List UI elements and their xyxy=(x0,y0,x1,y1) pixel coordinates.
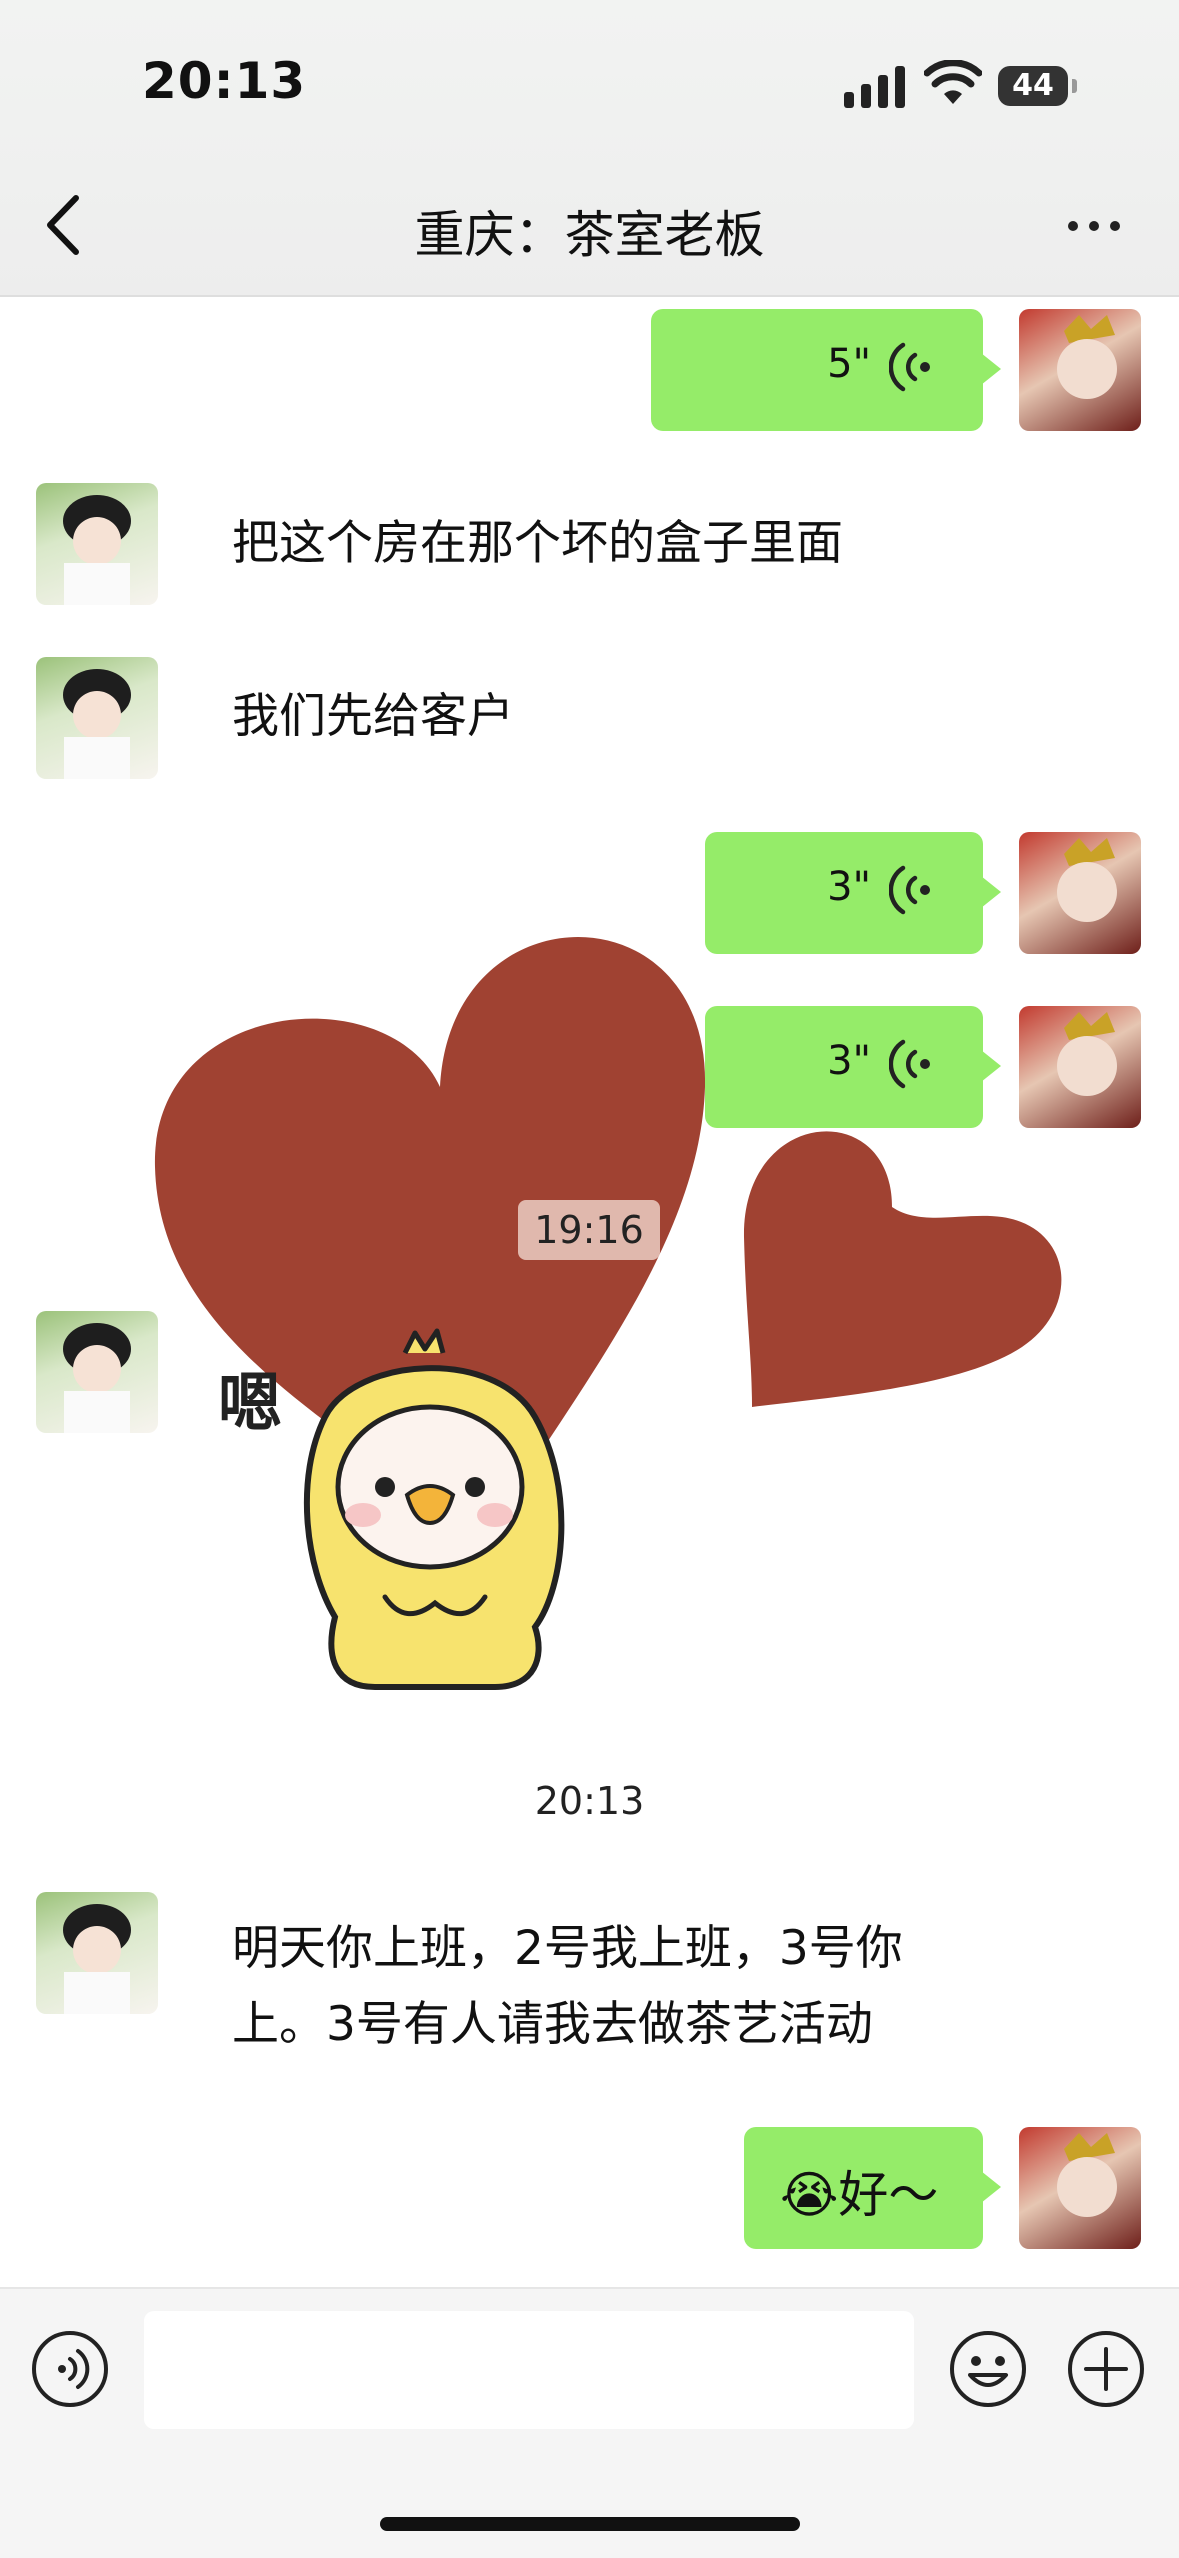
voice-wave-icon xyxy=(889,342,930,392)
message-line: 上。3号有人请我去做茶艺活动 xyxy=(232,1997,873,2052)
plus-icon[interactable] xyxy=(1066,2329,1146,2409)
signal-icon xyxy=(844,66,905,108)
voice-wave-icon xyxy=(889,865,930,915)
input-bar xyxy=(0,2287,1179,2558)
self-message-bubble[interactable]: 😭好～ xyxy=(744,2127,1001,2249)
chick-sticker[interactable] xyxy=(295,1327,575,1697)
friend-avatar[interactable] xyxy=(36,483,158,605)
more-icon[interactable] xyxy=(1064,205,1124,245)
top-bar: 20:13 44 重庆：茶室老板 xyxy=(0,0,1179,297)
status-time: 20:13 xyxy=(142,52,307,110)
message-line: 明天你上班，2号我上班，3号你 xyxy=(232,1921,903,1976)
voice-message-bubble[interactable]: 3" xyxy=(705,1006,1001,1128)
chat-title: 重庆：茶室老板 xyxy=(414,206,765,264)
home-indicator[interactable] xyxy=(380,2517,800,2531)
sticker-caption: 嗯 xyxy=(218,1367,282,1441)
chat-area[interactable]: 5" 把这个房在那个坏的盒子里面 我们先给客户 3" 3" 19:16 嗯 20… xyxy=(0,297,1179,2287)
voice-message-bubble[interactable]: 5" xyxy=(651,309,1001,431)
voice-duration: 3" xyxy=(827,864,871,910)
wifi-icon xyxy=(924,60,982,104)
self-avatar[interactable] xyxy=(1019,832,1141,954)
friend-message-text: 我们先给客户 xyxy=(232,689,514,744)
friend-message-text: 把这个房在那个坏的盒子里面 xyxy=(232,516,843,571)
self-avatar[interactable] xyxy=(1019,1006,1141,1128)
friend-avatar[interactable] xyxy=(36,1311,158,1433)
voice-duration: 5" xyxy=(827,341,871,387)
friend-avatar[interactable] xyxy=(36,1892,158,2014)
self-message-text: 😭好～ xyxy=(780,2166,939,2224)
voice-message-bubble[interactable]: 3" xyxy=(705,832,1001,954)
self-avatar[interactable] xyxy=(1019,309,1141,431)
voice-duration: 3" xyxy=(827,1038,871,1084)
heart-sticker-small xyxy=(743,1131,1062,1407)
voice-mode-icon[interactable] xyxy=(30,2329,110,2409)
voice-wave-icon xyxy=(889,1039,930,1089)
timestamp: 20:13 xyxy=(534,1779,645,1823)
friend-avatar[interactable] xyxy=(36,657,158,779)
battery-icon: 44 xyxy=(998,66,1077,106)
timestamp: 19:16 xyxy=(518,1200,660,1260)
friend-message-text: 明天你上班，2号我上班，3号你 上。3号有人请我去做茶艺活动 xyxy=(232,1917,903,2057)
emoji-icon[interactable] xyxy=(948,2329,1028,2409)
battery-level: 44 xyxy=(998,66,1068,106)
self-avatar[interactable] xyxy=(1019,2127,1141,2249)
message-input[interactable] xyxy=(144,2311,914,2429)
